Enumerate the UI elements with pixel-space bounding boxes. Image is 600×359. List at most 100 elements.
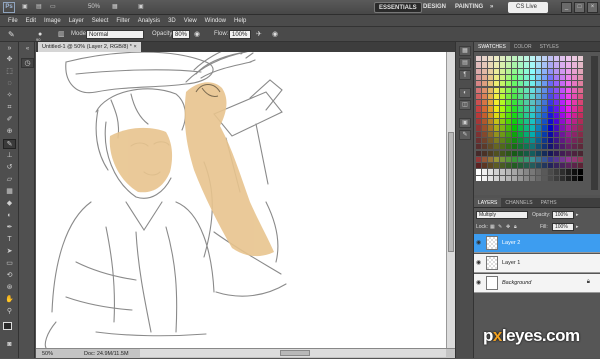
color-swatch[interactable] [488, 74, 493, 81]
color-swatch[interactable] [554, 144, 559, 150]
history-panel-icon[interactable]: ▤ [459, 58, 471, 68]
minimize-button[interactable]: _ [561, 2, 572, 13]
color-swatch[interactable] [506, 163, 511, 169]
color-swatch[interactable] [572, 68, 577, 74]
color-swatch[interactable] [554, 74, 559, 81]
color-swatch[interactable] [482, 150, 487, 156]
color-swatch[interactable] [542, 87, 547, 93]
color-swatch[interactable] [476, 144, 481, 150]
color-swatch[interactable] [542, 125, 547, 131]
3d-rotate-tool-icon[interactable]: ⟲ [3, 271, 16, 281]
color-swatch[interactable] [476, 68, 481, 74]
color-swatch[interactable] [518, 156, 523, 163]
workspace-design[interactable]: DESIGN [419, 2, 450, 13]
color-swatch[interactable] [554, 137, 559, 144]
color-swatch[interactable] [494, 68, 499, 74]
menu-filter[interactable]: Filter [112, 15, 133, 26]
workspace-more-button[interactable]: » [486, 2, 497, 13]
color-swatch[interactable] [560, 106, 565, 112]
color-swatch[interactable] [488, 175, 493, 181]
tab-swatches[interactable]: SWATCHES [474, 42, 510, 51]
color-swatch[interactable] [488, 81, 493, 87]
color-swatch[interactable] [494, 119, 499, 125]
color-swatch[interactable] [524, 68, 529, 74]
color-swatch[interactable] [476, 62, 481, 68]
color-swatch[interactable] [500, 175, 505, 181]
color-swatch[interactable] [518, 56, 523, 62]
color-swatch[interactable] [524, 144, 529, 150]
color-swatch[interactable] [506, 131, 511, 137]
color-swatch[interactable] [512, 112, 517, 118]
color-swatch[interactable] [512, 163, 517, 169]
color-swatch[interactable] [554, 81, 559, 87]
color-swatch[interactable] [530, 74, 535, 81]
color-swatch[interactable] [506, 74, 511, 81]
color-swatch[interactable] [560, 150, 565, 156]
color-swatch[interactable] [554, 93, 559, 100]
color-swatch[interactable] [542, 150, 547, 156]
color-swatch[interactable] [518, 93, 523, 100]
color-swatch[interactable] [572, 112, 577, 118]
color-swatch[interactable] [476, 56, 481, 62]
workspace-essentials[interactable]: ESSENTIALS [374, 2, 422, 13]
color-swatch[interactable] [518, 175, 523, 181]
color-swatch[interactable] [500, 163, 505, 169]
fill-arrow-icon[interactable]: ▸ [576, 223, 579, 231]
color-swatch[interactable] [560, 156, 565, 163]
color-swatch[interactable] [488, 56, 493, 62]
color-swatch[interactable] [488, 125, 493, 131]
brush-panel-icon[interactable]: ▥ [58, 30, 65, 39]
color-swatch[interactable] [482, 137, 487, 144]
color-swatch[interactable] [512, 175, 517, 181]
color-swatch[interactable] [536, 100, 541, 106]
color-swatch[interactable] [542, 119, 547, 125]
color-swatch[interactable] [482, 112, 487, 118]
quick-select-tool-icon[interactable]: ✧ [3, 91, 16, 101]
color-swatch[interactable] [500, 100, 505, 106]
color-swatch[interactable] [506, 62, 511, 68]
color-swatch[interactable] [530, 106, 535, 112]
color-swatch[interactable] [488, 100, 493, 106]
color-swatch[interactable] [512, 144, 517, 150]
color-swatch[interactable] [554, 119, 559, 125]
color-swatch[interactable] [530, 62, 535, 68]
color-swatch[interactable] [482, 144, 487, 150]
color-swatch[interactable] [578, 74, 583, 81]
crop-tool-icon[interactable]: ⌗ [3, 103, 16, 113]
color-swatch[interactable] [506, 68, 511, 74]
color-swatch[interactable] [578, 112, 583, 118]
color-swatch[interactable] [488, 137, 493, 144]
color-swatch[interactable] [560, 81, 565, 87]
color-swatch[interactable] [560, 131, 565, 137]
marquee-tool-icon[interactable]: ⬚ [3, 67, 16, 77]
workspace-painting[interactable]: PAINTING [451, 2, 487, 13]
color-swatch[interactable] [536, 169, 541, 175]
color-swatch[interactable] [518, 150, 523, 156]
color-swatch[interactable] [548, 56, 553, 62]
history-brush-tool-icon[interactable]: ↺ [3, 163, 16, 173]
blend-mode-select[interactable]: Multiply [476, 211, 528, 219]
color-swatch[interactable] [494, 56, 499, 62]
color-swatch[interactable] [566, 144, 571, 150]
color-swatch[interactable] [560, 144, 565, 150]
color-swatch[interactable] [482, 87, 487, 93]
tab-styles[interactable]: STYLES [536, 42, 563, 51]
color-swatch[interactable] [530, 175, 535, 181]
color-swatch[interactable] [572, 169, 577, 175]
color-swatch[interactable] [542, 74, 547, 81]
color-swatch[interactable] [548, 81, 553, 87]
mini-bridge-icon[interactable]: ▤ [36, 2, 42, 13]
color-swatch[interactable] [506, 106, 511, 112]
color-swatch[interactable] [512, 131, 517, 137]
color-swatch[interactable] [500, 150, 505, 156]
tab-channels[interactable]: CHANNELS [501, 198, 536, 207]
gradient-tool-icon[interactable]: ▦ [3, 187, 16, 197]
color-swatch[interactable] [548, 112, 553, 118]
zoom-level[interactable]: 50% [88, 2, 100, 13]
color-swatch[interactable] [518, 81, 523, 87]
color-swatch[interactable] [572, 175, 577, 181]
color-swatch[interactable] [560, 56, 565, 62]
color-swatch[interactable] [548, 62, 553, 68]
masks-panel-icon[interactable]: ◫ [459, 100, 471, 110]
color-swatch[interactable] [482, 175, 487, 181]
